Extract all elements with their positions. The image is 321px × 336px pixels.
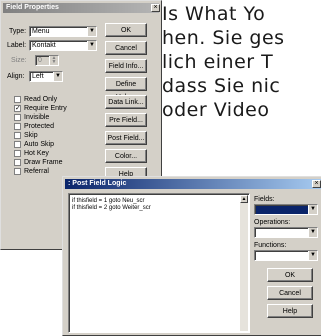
read-only-label: Read Only — [24, 96, 58, 103]
require-entry-checkbox[interactable]: ✓ — [14, 105, 21, 112]
type-label: Type: — [9, 28, 27, 35]
label-label: Label: — [7, 42, 27, 49]
background-text-line-2: hen. Sie ges — [162, 27, 285, 49]
background-text-line-3: lich einer T — [162, 51, 274, 73]
spinner-arrows-icon[interactable]: ▲ ▼ — [49, 56, 58, 65]
chevron-down-icon[interactable]: ▼ — [53, 72, 62, 81]
align-label: Align: — [7, 73, 25, 80]
chevron-down-icon[interactable]: ▼ — [87, 41, 96, 50]
protected-checkbox[interactable] — [14, 123, 21, 130]
auto-skip-label: Auto Skip — [24, 141, 54, 148]
type-value: Menu — [32, 28, 50, 35]
fields-label: Fields: — [254, 196, 275, 203]
cancel-button[interactable]: Cancel — [105, 41, 147, 55]
hot-key-label: Hot Key — [24, 150, 49, 157]
functions-select[interactable]: ▼ — [254, 250, 318, 261]
chevron-down-icon[interactable]: ▼ — [308, 205, 317, 214]
post-field-button[interactable]: Post Field... — [105, 131, 147, 145]
code-line-2: if thisfield = 2 goto Weiter_scr — [72, 205, 151, 211]
hot-key-checkbox[interactable] — [14, 150, 21, 157]
field-properties-title: Field Properties — [6, 4, 59, 11]
operations-select[interactable]: ▼ — [254, 227, 318, 238]
align-select[interactable]: Left ▼ — [29, 71, 63, 82]
type-select[interactable]: Menu ▼ — [29, 26, 97, 37]
close-icon[interactable]: × — [312, 180, 321, 188]
invisible-label: Invisible — [24, 114, 50, 121]
skip-label: Skip — [24, 132, 38, 139]
background-text-line-4: dass Sie nic — [162, 75, 281, 97]
invisible-checkbox[interactable] — [14, 114, 21, 121]
protected-label: Protected — [24, 123, 54, 130]
size-label: Size: — [11, 57, 27, 64]
data-link-button[interactable]: Data Link... — [105, 95, 147, 109]
size-spinner[interactable]: 0 ▲ ▼ — [35, 55, 59, 66]
logic-help-button[interactable]: Help — [267, 304, 313, 318]
close-icon[interactable]: × — [151, 4, 160, 12]
ok-button[interactable]: OK — [105, 23, 147, 37]
color-button[interactable]: Color... — [105, 149, 147, 163]
code-scrollbar[interactable]: ▲ — [239, 195, 248, 331]
chevron-down-icon[interactable]: ▼ — [87, 27, 96, 36]
post-field-logic-title: : Post Field Logic — [68, 180, 127, 187]
pre-field-button[interactable]: Pre Field... — [105, 113, 147, 127]
label-value: Kontakt — [32, 42, 56, 49]
fields-select[interactable]: ▼ — [254, 204, 318, 215]
require-entry-label: Require Entry — [24, 105, 67, 112]
functions-label: Functions: — [254, 242, 287, 249]
label-select[interactable]: Kontakt ▼ — [29, 40, 97, 51]
draw-frame-checkbox[interactable] — [14, 159, 21, 166]
scroll-up-icon[interactable]: ▲ — [240, 195, 248, 203]
operations-label: Operations: — [254, 219, 291, 226]
auto-skip-checkbox[interactable] — [14, 141, 21, 148]
referral-checkbox[interactable] — [14, 168, 21, 175]
chevron-down-icon[interactable]: ▼ — [308, 251, 317, 260]
logic-ok-button[interactable]: OK — [267, 268, 313, 282]
post-field-logic-titlebar: : Post Field Logic — [65, 179, 321, 189]
background-text-line-5: oder Video — [162, 99, 270, 121]
skip-checkbox[interactable] — [14, 132, 21, 139]
field-properties-titlebar: Field Properties — [3, 3, 159, 13]
chevron-down-icon[interactable]: ▼ — [308, 228, 317, 237]
read-only-checkbox[interactable] — [14, 96, 21, 103]
logic-cancel-button[interactable]: Cancel — [267, 286, 313, 300]
align-value: Left — [32, 73, 44, 80]
logic-code-editor[interactable]: if thisfield = 1 goto Neu_scr if thisfie… — [68, 193, 250, 333]
referral-label: Referral — [24, 168, 49, 175]
background-text-line-1: Is What Yo — [162, 3, 266, 25]
size-value: 0 — [38, 57, 42, 64]
field-info-button[interactable]: Field Info... — [105, 59, 147, 73]
define-help-button[interactable]: Define Help... — [105, 77, 147, 101]
post-field-logic-dialog: : Post Field Logic × if thisfield = 1 go… — [62, 176, 321, 336]
draw-frame-label: Draw Frame — [24, 159, 63, 166]
